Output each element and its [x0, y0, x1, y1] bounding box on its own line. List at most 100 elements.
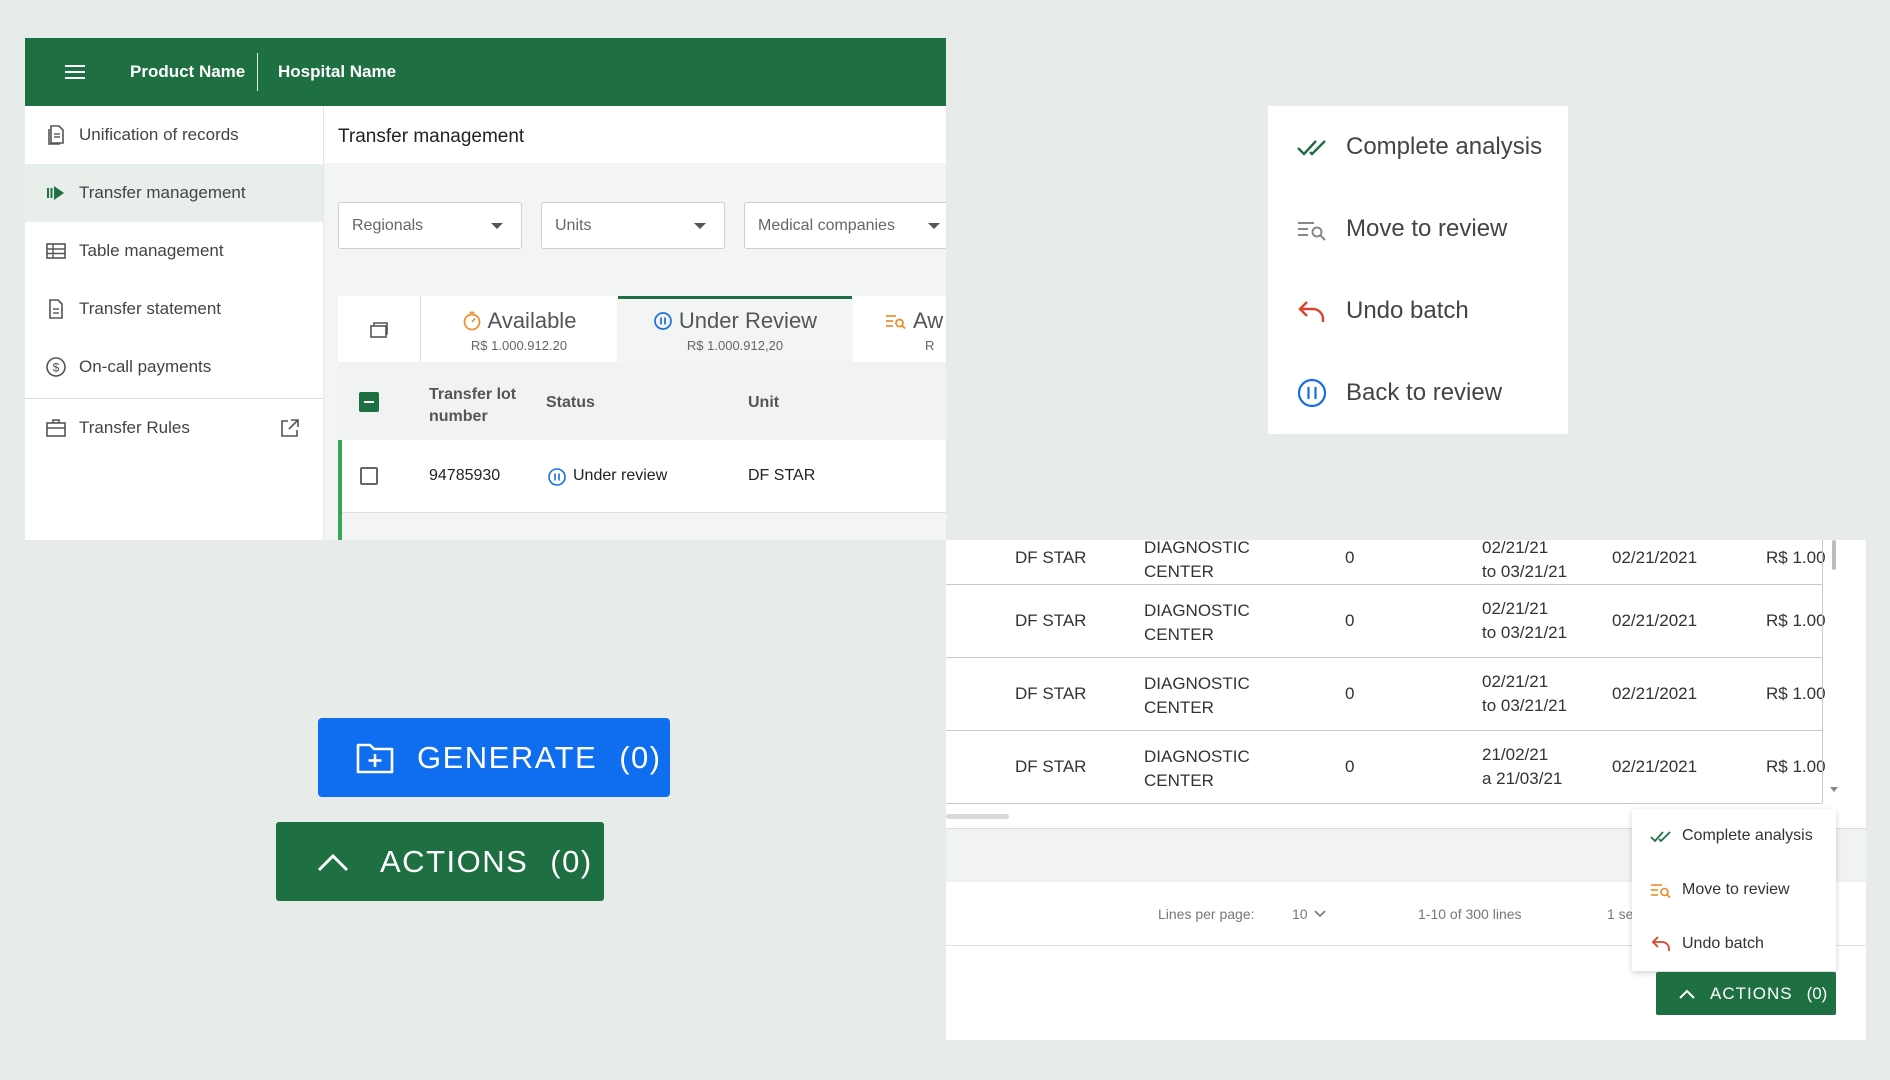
menu-item-move-to-review[interactable]: Move to review	[1632, 863, 1836, 917]
table-row[interactable]: DF STAR DIAGNOSTIC CENTER 0 02/21/21 to …	[946, 585, 1826, 657]
generate-button[interactable]: GENERATE (0)	[318, 718, 670, 797]
pagination-range: 1-10 of 300 lines	[1418, 906, 1522, 922]
cell-period-line: to 03/21/21	[1482, 696, 1568, 715]
cell-company: DIAGNOSTIC CENTER	[1144, 745, 1250, 793]
cell-period: 21/02/21 a 21/03/21	[1482, 743, 1562, 791]
cell-period-line: a 21/03/21	[1482, 769, 1563, 788]
cell-period-line: 02/21/21	[1482, 672, 1549, 691]
vertical-scrollbar-thumb[interactable]	[1832, 540, 1836, 570]
main-app-panel: Product Name Hospital Name Unification o…	[25, 38, 946, 540]
table-row[interactable]: DF STAR DIAGNOSTIC CENTER 0 21/02/21 a 2…	[946, 731, 1826, 803]
cell-company-line: CENTER	[1144, 625, 1214, 644]
sidebar-item-transfer-rules[interactable]: Transfer Rules	[25, 399, 323, 457]
menu-item-complete-analysis[interactable]: Complete analysis	[1632, 809, 1836, 863]
tab-title: Aw	[913, 308, 944, 333]
review-list-icon	[886, 315, 906, 330]
cell-company-line: CENTER	[1144, 771, 1214, 790]
generate-label: GENERATE	[417, 739, 598, 775]
cell-count: 0	[1345, 684, 1355, 703]
menu-item-undo-batch[interactable]: Undo batch	[1632, 917, 1836, 971]
sidebar-item-label: Unification of records	[79, 125, 239, 144]
lines-per-page-select[interactable]: 10	[1292, 906, 1326, 922]
medical-companies-select[interactable]: Medical companies	[744, 202, 946, 249]
cell-unit: DF STAR	[748, 467, 816, 484]
table-right-border	[1822, 540, 1823, 803]
sidebar-item-transfer-statement[interactable]: Transfer statement	[25, 280, 323, 338]
menu-item-label: Complete analysis	[1682, 827, 1813, 844]
briefcase-icon	[46, 419, 66, 437]
cell-unit: DF STAR	[1015, 548, 1087, 567]
select-label: Regionals	[352, 217, 424, 234]
menu-item-complete-analysis[interactable]: Complete analysis	[1268, 106, 1568, 188]
tab-available[interactable]: Available R$ 1.000.912.20	[421, 296, 617, 362]
menu-item-label: Complete analysis	[1346, 133, 1543, 160]
tab-awaiting[interactable]: Aw R	[853, 296, 946, 362]
cell-date: 02/21/2021	[1612, 548, 1698, 567]
main-content: Transfer management Regionals Units Medi…	[324, 106, 946, 540]
cell-date: 02/21/2021	[1612, 611, 1698, 630]
sidebar-item-transfer-management[interactable]: Transfer management	[25, 164, 323, 222]
cell-date: 02/21/2021	[1612, 757, 1698, 776]
top-app-bar: Product Name Hospital Name	[25, 38, 946, 106]
cell-value: R$ 1.00	[1766, 757, 1826, 776]
row-checkbox[interactable]	[360, 467, 378, 485]
generate-count: (0)	[619, 739, 662, 775]
tab-amount: R$ 1.000.912,20	[686, 338, 784, 353]
page-title: Transfer management	[338, 126, 525, 147]
table-row[interactable]: 94785930 Under review DF STAR	[338, 440, 946, 513]
tab-bar-icon-cell[interactable]	[338, 296, 421, 362]
topbar-divider	[257, 53, 258, 91]
sidebar-item-table-management[interactable]: Table management	[25, 222, 323, 280]
menu-item-label: Move to review	[1346, 215, 1508, 242]
pause-circle-icon	[1297, 378, 1327, 408]
tab-amount: R	[925, 338, 935, 353]
actions-count: (0)	[550, 843, 593, 879]
cell-company: DIAGNOSTIC CENTER	[1144, 599, 1250, 647]
select-all-checkbox[interactable]	[359, 392, 379, 412]
pause-circle-icon	[654, 312, 672, 330]
column-header-lot-number[interactable]: Transfer lot number	[429, 384, 539, 428]
menu-item-move-to-review[interactable]: Move to review	[1268, 188, 1568, 270]
menu-item-label: Move to review	[1682, 881, 1790, 898]
external-link-icon[interactable]	[279, 417, 301, 439]
menu-item-back-to-review[interactable]: Back to review	[1268, 352, 1568, 434]
hamburger-menu-icon[interactable]	[63, 60, 87, 84]
sidebar-item-label: Transfer management	[79, 183, 246, 202]
tab-under-review[interactable]: Under Review R$ 1.000.912,20	[618, 296, 852, 362]
scroll-down-arrow-icon[interactable]	[1830, 787, 1838, 792]
cell-period-line: 02/21/21	[1482, 540, 1549, 557]
regionals-select[interactable]: Regionals	[338, 202, 522, 249]
table-row[interactable]: DF STAR DIAGNOSTIC CENTER 0 02/21/21 to …	[946, 658, 1826, 730]
cell-unit: DF STAR	[1015, 684, 1087, 703]
column-header-unit[interactable]: Unit	[748, 394, 779, 412]
sidebar-item-on-call-payments[interactable]: $ On-call payments	[25, 338, 323, 396]
hospital-name[interactable]: Hospital Name	[278, 62, 396, 82]
menu-item-label: Undo batch	[1682, 935, 1764, 952]
cell-company: DIAGNOSTIC CENTER	[1144, 672, 1250, 720]
units-select[interactable]: Units	[541, 202, 725, 249]
sidebar-item-unification[interactable]: Unification of records	[25, 106, 323, 164]
caret-down-icon	[928, 223, 940, 229]
review-list-icon	[1651, 884, 1671, 899]
column-header-status[interactable]: Status	[546, 394, 595, 412]
cell-unit: DF STAR	[1015, 611, 1087, 630]
double-check-icon	[1297, 140, 1326, 156]
select-label: Units	[555, 217, 592, 234]
actions-button-small[interactable]: ACTIONS (0)	[1656, 972, 1836, 1015]
document-icon	[48, 125, 64, 145]
sidebar: Unification of records Transfer manageme…	[25, 106, 323, 540]
cell-status: Under review	[573, 467, 668, 484]
row-accent	[338, 512, 342, 540]
product-name: Product Name	[130, 62, 246, 81]
undo-icon	[1298, 301, 1325, 322]
row-accent	[338, 440, 342, 512]
page-header: Transfer management	[324, 106, 946, 163]
cell-period: 02/21/21 to 03/21/21	[1482, 597, 1567, 645]
row-divider	[946, 803, 1822, 804]
cell-period: 02/21/21 to 03/21/21	[1482, 540, 1567, 584]
actions-button-large[interactable]: ACTIONS (0)	[276, 822, 604, 901]
horizontal-scrollbar-thumb[interactable]	[946, 814, 1009, 819]
menu-item-label: Back to review	[1346, 379, 1503, 406]
menu-item-undo-batch[interactable]: Undo batch	[1268, 270, 1568, 352]
cell-company-line: DIAGNOSTIC	[1144, 674, 1250, 693]
